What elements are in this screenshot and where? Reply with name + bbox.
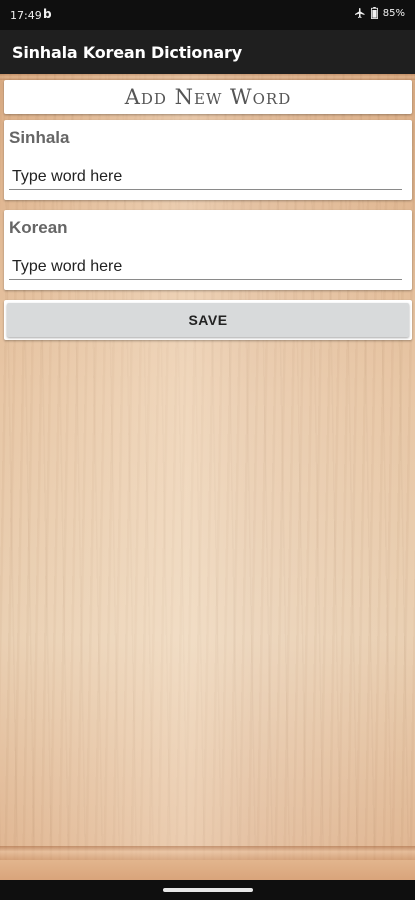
bottom-plank	[0, 860, 415, 880]
home-indicator[interactable]	[163, 888, 253, 892]
battery-icon	[370, 7, 378, 19]
battery-percentage: 85%	[382, 7, 405, 19]
app-bar: Sinhala Korean Dictionary	[0, 30, 415, 74]
airplane-icon	[354, 8, 365, 18]
app-title: Sinhala Korean Dictionary	[12, 43, 242, 62]
korean-input[interactable]	[9, 254, 402, 280]
sinhala-card: Sinhala	[4, 120, 412, 200]
korean-label: Korean	[9, 218, 68, 237]
korean-card: Korean	[4, 210, 412, 290]
plank-seam-bottom	[0, 846, 415, 860]
notification-icon: b	[43, 7, 52, 21]
navigation-bar	[0, 880, 415, 900]
status-indicators: 85%	[354, 7, 405, 19]
status-time: 17:49	[10, 9, 42, 22]
page-title: Add New Word	[124, 85, 292, 109]
status-bar: 17:49 b 85%	[0, 0, 415, 30]
form-title-card: Add New Word	[4, 80, 412, 114]
sinhala-input[interactable]	[9, 164, 402, 190]
wood-background: Add New Word Sinhala Korean SAVE	[0, 74, 415, 880]
sinhala-label: Sinhala	[9, 128, 70, 147]
save-card: SAVE	[4, 300, 412, 340]
save-button[interactable]: SAVE	[7, 303, 409, 337]
